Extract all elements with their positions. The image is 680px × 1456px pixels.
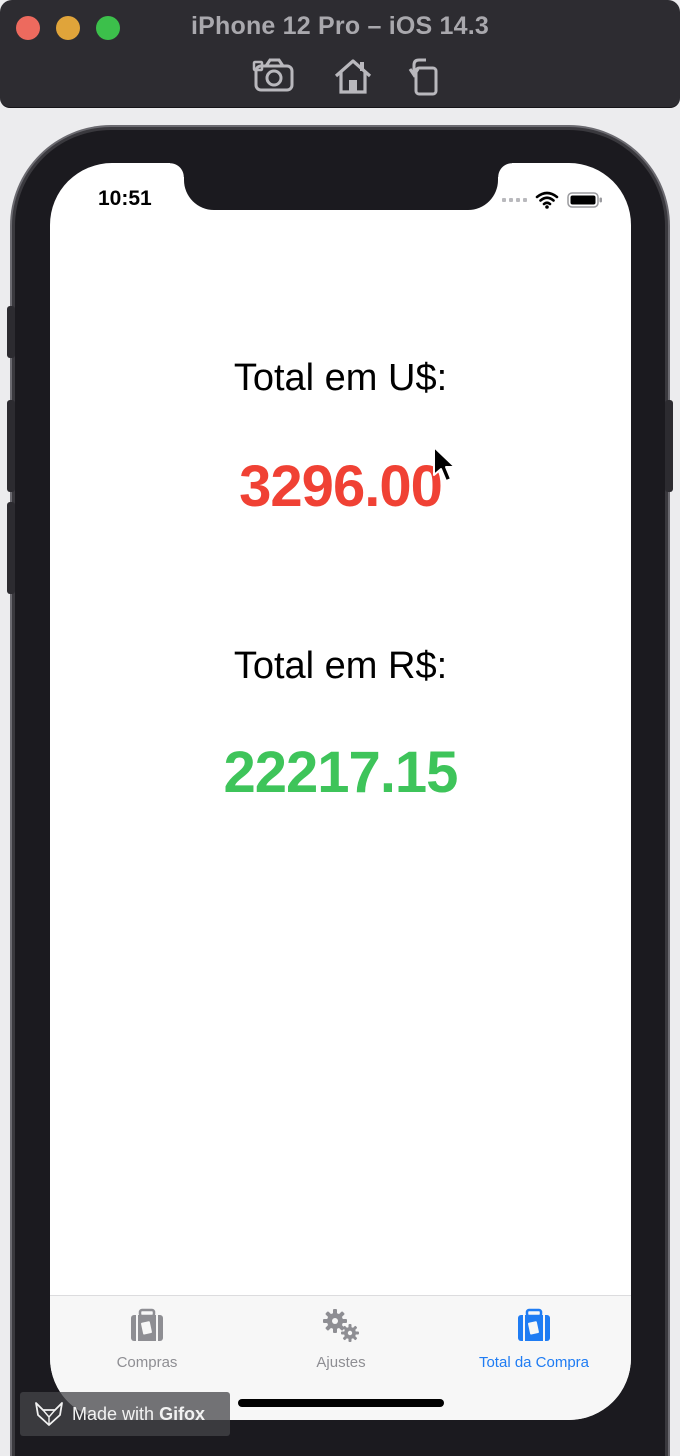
mouse-cursor-icon <box>431 445 457 485</box>
rotate-icon <box>408 58 438 96</box>
volume-down-button <box>7 502 15 594</box>
suitcase-icon <box>514 1308 554 1344</box>
suitcase-icon <box>127 1308 167 1344</box>
tab-label: Total da Compra <box>478 1354 590 1371</box>
rotate-button[interactable] <box>404 56 448 96</box>
gears-icon <box>321 1308 361 1344</box>
tab-label: Ajustes <box>316 1354 366 1371</box>
simulator-titlebar: iPhone 12 Pro – iOS 14.3 <box>0 0 680 108</box>
signal-icon <box>502 198 527 202</box>
brl-total-label: Total em R$: <box>233 645 448 687</box>
fox-logo-icon <box>35 1402 63 1426</box>
window-title: iPhone 12 Pro – iOS 14.3 <box>191 12 489 40</box>
tab-label: Compras <box>116 1354 178 1371</box>
brl-total-value: 22217.15 <box>223 740 459 805</box>
camera-icon <box>252 58 294 92</box>
status-icons <box>502 189 603 211</box>
tab-ajustes[interactable]: Ajustes <box>244 1308 438 1378</box>
volume-up-button <box>7 400 15 492</box>
power-button <box>665 400 673 492</box>
gifox-watermark: Made with Gifox <box>20 1392 230 1436</box>
tab-compras[interactable]: Compras <box>50 1308 244 1378</box>
usd-total-label: Total em U$: <box>233 357 448 399</box>
tab-total-da-compra[interactable]: Total da Compra <box>437 1308 631 1378</box>
home-button[interactable] <box>331 56 375 96</box>
wifi-icon <box>535 191 559 209</box>
usd-total-value: 3296.00 <box>239 454 443 519</box>
status-time: 10:51 <box>98 187 152 210</box>
watermark-text: Made with Gifox <box>72 1403 206 1424</box>
battery-icon <box>567 191 603 209</box>
house-icon <box>334 59 372 94</box>
mute-switch <box>7 306 15 358</box>
device-screen: 10:51 Total em U$: 3296.00 Total em R$: … <box>50 163 631 1420</box>
screenshot-button[interactable] <box>252 56 296 96</box>
home-indicator[interactable] <box>238 1399 444 1407</box>
notch <box>170 163 512 210</box>
